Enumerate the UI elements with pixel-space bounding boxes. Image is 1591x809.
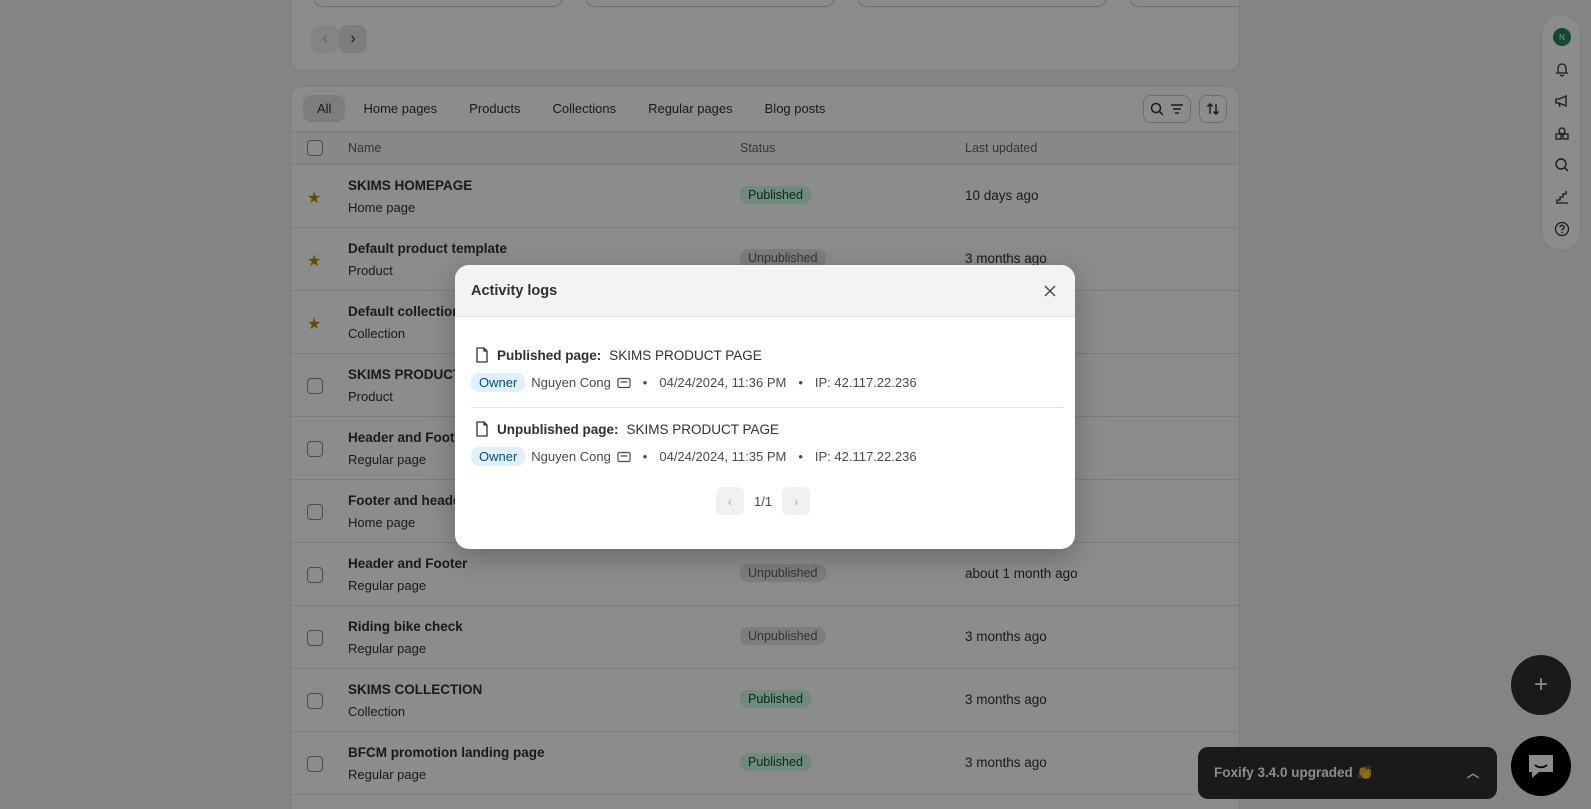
modal-header: Activity logs xyxy=(455,265,1075,317)
log-ip: IP: 42.117.22.236 xyxy=(814,375,917,390)
log-entry: Published page: SKIMS PRODUCT PAGE Owner… xyxy=(471,333,1059,405)
separator: • xyxy=(642,375,648,390)
log-action: Unpublished page: xyxy=(497,421,619,437)
mail-icon[interactable] xyxy=(617,377,631,389)
page-indicator: 1/1 xyxy=(754,493,773,509)
separator: • xyxy=(798,375,803,390)
page-icon xyxy=(476,421,488,437)
log-page: SKIMS PRODUCT PAGE xyxy=(626,421,780,437)
modal-pager: ‹ 1/1 › xyxy=(716,487,811,515)
activity-logs-modal: Activity logs Published page: SKIMS PROD… xyxy=(455,265,1075,549)
role-badge: Owner xyxy=(471,373,526,392)
page-icon xyxy=(476,347,488,363)
close-icon[interactable] xyxy=(1041,282,1059,300)
role-badge: Owner xyxy=(471,447,526,466)
log-entry: Unpublished page: SKIMS PRODUCT PAGE Own… xyxy=(471,407,1059,479)
log-ip: IP: 42.117.22.236 xyxy=(814,449,917,464)
prev-page-button[interactable]: ‹ xyxy=(716,487,744,515)
next-page-button[interactable]: › xyxy=(782,487,811,515)
mail-icon[interactable] xyxy=(617,451,631,463)
log-user: Nguyen Cong xyxy=(531,449,611,464)
modal-title: Activity logs xyxy=(471,283,558,299)
log-action: Published page: xyxy=(497,347,602,363)
separator: • xyxy=(642,449,648,464)
log-datetime: 04/24/2024, 11:35 PM xyxy=(659,449,787,464)
log-datetime: 04/24/2024, 11:36 PM xyxy=(659,375,787,390)
log-page: SKIMS PRODUCT PAGE xyxy=(609,347,762,363)
separator: • xyxy=(798,449,803,464)
log-user: Nguyen Cong xyxy=(531,375,611,390)
